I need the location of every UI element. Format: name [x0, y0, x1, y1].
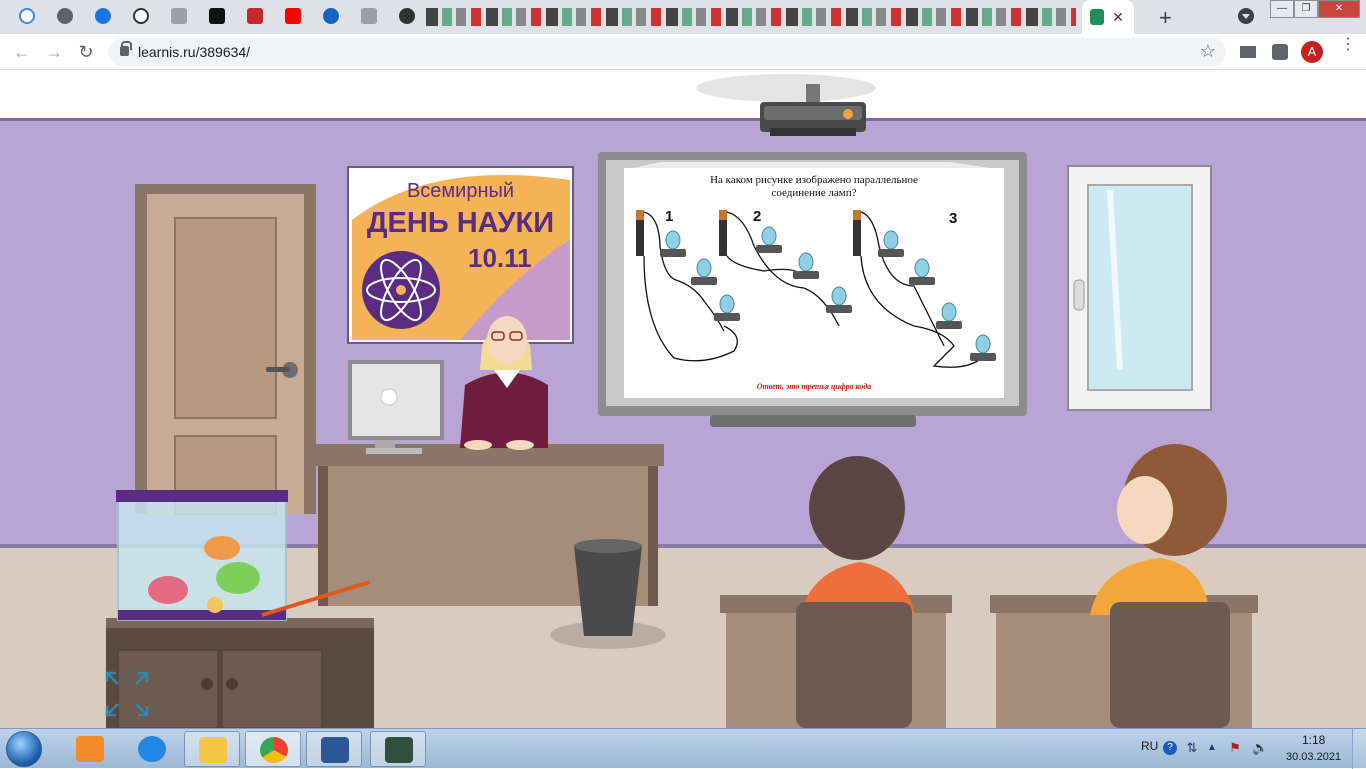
reload-icon[interactable]: ↻ [74, 41, 98, 63]
student-girl [796, 456, 915, 728]
windows-media-player-button[interactable] [62, 731, 118, 767]
maximize-button[interactable]: ❐ [1294, 0, 1318, 18]
windows-taskbar: RU ? ⇅ ▲ ⚑ 🔈 1:18 30.03.2021 [0, 728, 1366, 769]
classroom-window [1067, 165, 1212, 411]
globe-icon[interactable] [57, 8, 73, 24]
internet-explorer-button[interactable] [124, 731, 180, 767]
minimize-button[interactable]: — [1270, 0, 1294, 18]
timer-icon[interactable] [133, 8, 149, 24]
tab-search-icon[interactable] [1238, 8, 1254, 24]
fullscreen-toggle-icon[interactable] [104, 670, 150, 718]
word-button[interactable] [306, 731, 362, 767]
close-window-button[interactable]: ✕ [1318, 0, 1360, 18]
word-icon [321, 737, 349, 763]
active-tab[interactable] [1082, 0, 1134, 34]
profile-avatar[interactable]: A [1301, 41, 1323, 63]
network-tray-icon[interactable]: ⇅ [1185, 741, 1199, 755]
battery-icon [853, 210, 861, 256]
action-center-flag-icon[interactable]: ⚑ [1228, 741, 1242, 755]
poster-date: 10.11 [468, 243, 532, 273]
start-button[interactable] [6, 731, 42, 767]
chrome-button[interactable] [245, 731, 301, 767]
battery-icon [719, 210, 727, 256]
youtube-icon[interactable] [285, 8, 301, 24]
aquarium [116, 490, 288, 621]
lock-icon[interactable] [120, 41, 132, 56]
gamepad-icon[interactable] [171, 8, 187, 24]
computer-monitor [348, 360, 444, 454]
file-explorer-button[interactable] [184, 731, 240, 767]
browser-icon[interactable] [95, 8, 111, 24]
app-icon[interactable] [323, 8, 339, 24]
flag-icon[interactable] [247, 8, 263, 24]
clock-date[interactable]: 30.03.2021 [1286, 751, 1341, 763]
extensions-puzzle-icon[interactable] [1272, 44, 1288, 60]
back-arrow-icon[interactable]: ← [10, 41, 34, 63]
board-question-line1: На каком рисунке изображено параллельное [710, 174, 918, 186]
cast-icon[interactable] [1240, 46, 1256, 58]
show-hidden-icons-icon[interactable]: ▲ [1205, 741, 1219, 755]
volume-icon[interactable]: 🔈 [1252, 741, 1268, 755]
help-icon[interactable]: ? [1163, 741, 1177, 755]
internet-explorer-icon [138, 736, 166, 762]
browser-toolbar: ← → ↻ learnis.ru/389634/ ☆ A ⋮ [0, 34, 1366, 70]
mini-tab-icons[interactable] [426, 8, 1076, 26]
m-icon[interactable] [209, 8, 225, 24]
google-icon[interactable] [19, 8, 35, 24]
game-icon[interactable] [399, 8, 415, 24]
show-desktop-button[interactable] [1352, 729, 1366, 769]
url-text[interactable]: learnis.ru/389634/ [138, 44, 250, 60]
poster-title-large: ДЕНЬ НАУКИ [366, 207, 555, 239]
classroom-scene: Всемирный ДЕНЬ НАУКИ 10.11 На каком рису… [0, 70, 1366, 728]
language-indicator[interactable]: RU [1141, 739, 1158, 753]
circuit-diagrams [636, 210, 996, 368]
task-manager-icon [385, 737, 413, 763]
clock-time[interactable]: 1:18 [1302, 733, 1325, 747]
close-tab-icon[interactable]: ✕ [1110, 8, 1126, 26]
address-bar[interactable]: learnis.ru/389634/ ☆ [108, 38, 1226, 66]
chrome-icon [260, 737, 288, 763]
forward-arrow-icon[interactable]: → [42, 41, 66, 63]
bookmark-star-icon[interactable]: ☆ [1200, 41, 1216, 62]
file-explorer-icon [199, 737, 227, 763]
browser-tab-strip: ✕ + — ❐ ✕ [0, 0, 1366, 34]
browser-menu-icon[interactable]: ⋮ [1340, 37, 1356, 53]
gamepad-icon[interactable] [361, 8, 377, 24]
new-tab-button[interactable]: + [1159, 5, 1172, 31]
site-favicon-icon [1090, 9, 1104, 25]
battery-icon [636, 210, 644, 256]
windows-media-player-icon [76, 736, 104, 762]
classroom-door [135, 184, 316, 515]
task-manager-button[interactable] [370, 731, 426, 767]
poster-title-small: Всемирный [406, 180, 515, 202]
board-question-line2: соединение ламп? [771, 187, 857, 199]
